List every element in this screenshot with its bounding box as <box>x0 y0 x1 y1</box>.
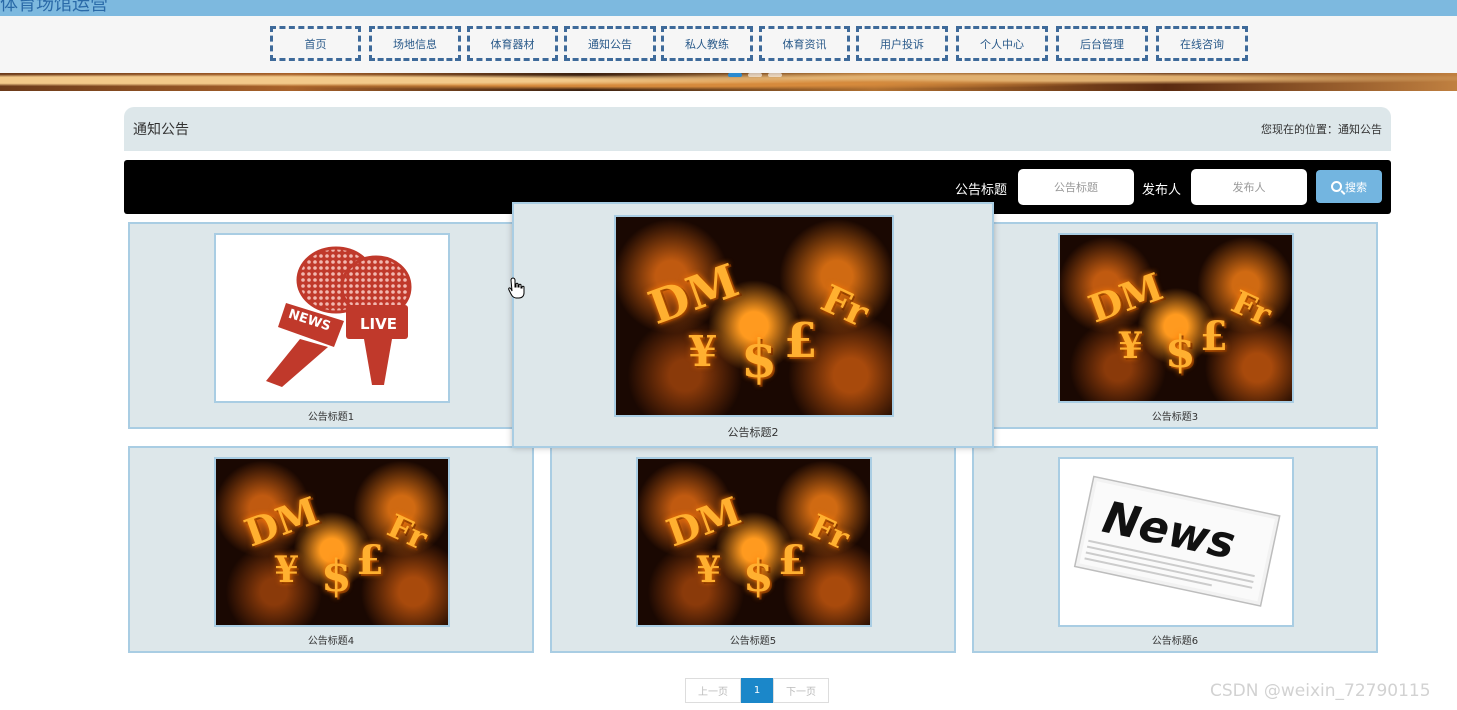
notice-title: 公告标题1 <box>307 412 355 423</box>
notice-thumbnail: DM ¥ $ £ Fr <box>1058 233 1294 403</box>
nav-home[interactable]: 首页 <box>270 26 361 61</box>
top-bar: 体育场馆运营 <box>0 0 1457 16</box>
page-number-button[interactable]: 1 <box>741 678 773 703</box>
carousel-dot[interactable] <box>728 73 742 77</box>
newspaper-icon: News <box>1073 475 1281 607</box>
notice-thumbnail: NEWS LIVE <box>214 233 450 403</box>
notice-thumbnail: DM ¥ $ £ Fr <box>614 215 894 417</box>
nav-personal-center[interactable]: 个人中心 <box>956 26 1048 61</box>
news-microphone-image: NEWS LIVE <box>216 235 448 401</box>
publisher-search-label: 发布人 <box>1142 183 1182 198</box>
carousel-dot[interactable] <box>768 73 782 77</box>
microphone-icon: NEWS LIVE <box>266 246 412 387</box>
search-button-label: 搜索 <box>1345 181 1367 194</box>
next-page-button[interactable]: 下一页 <box>773 678 829 703</box>
nav-sports-news[interactable]: 体育资讯 <box>759 26 850 61</box>
nav-notices[interactable]: 通知公告 <box>564 26 656 61</box>
pagination: 上一页 1 下一页 <box>685 678 829 703</box>
breadcrumb: 您现在的位置：通知公告 <box>1261 123 1382 136</box>
notice-card[interactable]: News 公告标题6 <box>972 446 1378 653</box>
carousel-indicators <box>728 73 782 77</box>
notice-card-hovered[interactable]: DM ¥ $ £ Fr 公告标题2 <box>512 202 994 448</box>
search-icon <box>1331 181 1342 192</box>
newspaper-image: News <box>1060 459 1292 625</box>
publisher-search-input[interactable] <box>1191 169 1307 205</box>
site-title: 体育场馆运营 <box>0 0 108 15</box>
section-header: 通知公告 您现在的位置：通知公告 <box>124 107 1391 151</box>
notice-card[interactable]: NEWS LIVE 公告标题1 <box>128 222 534 429</box>
nav-complaints[interactable]: 用户投诉 <box>856 26 948 61</box>
notice-thumbnail: News <box>1058 457 1294 627</box>
svg-text:LIVE: LIVE <box>360 315 397 333</box>
banner-carousel <box>0 73 1457 91</box>
nav-personal-coach[interactable]: 私人教练 <box>661 26 753 61</box>
carousel-dot[interactable] <box>748 73 762 77</box>
page-title: 通知公告 <box>133 122 189 138</box>
search-button[interactable]: 搜索 <box>1316 170 1382 203</box>
nav-admin[interactable]: 后台管理 <box>1056 26 1148 61</box>
currency-symbols-image: DM ¥ $ £ Fr <box>638 459 870 625</box>
nav-equipment[interactable]: 体育器材 <box>467 26 558 61</box>
notice-thumbnail: DM ¥ $ £ Fr <box>214 457 450 627</box>
notice-card[interactable]: DM ¥ $ £ Fr 公告标题5 <box>550 446 956 653</box>
notice-title: 公告标题3 <box>1151 412 1199 423</box>
currency-symbols-image: DM ¥ $ £ Fr <box>1060 235 1292 401</box>
hand-cursor-icon <box>508 277 525 299</box>
nav-online-consult[interactable]: 在线咨询 <box>1156 26 1248 61</box>
title-search-label: 公告标题 <box>955 183 1008 198</box>
nav-venue-info[interactable]: 场地信息 <box>369 26 461 61</box>
currency-symbols-image: DM ¥ $ £ Fr <box>216 459 448 625</box>
notice-card[interactable]: DM ¥ $ £ Fr 公告标题4 <box>128 446 534 653</box>
prev-page-button[interactable]: 上一页 <box>685 678 741 703</box>
notice-title: 公告标题4 <box>307 636 355 647</box>
notice-title: 公告标题5 <box>729 636 777 647</box>
currency-symbols-image: DM ¥ $ £ Fr <box>616 217 892 415</box>
watermark: CSDN @weixin_72790115 <box>1210 681 1431 701</box>
title-search-input[interactable] <box>1018 169 1134 205</box>
notice-title: 公告标题6 <box>1151 636 1199 647</box>
notice-thumbnail: DM ¥ $ £ Fr <box>636 457 872 627</box>
notice-card[interactable]: DM ¥ $ £ Fr 公告标题3 <box>972 222 1378 429</box>
main-nav: 首页 场地信息 体育器材 通知公告 私人教练 体育资讯 用户投诉 个人中心 后台… <box>0 16 1457 73</box>
notice-title: 公告标题2 <box>727 426 779 439</box>
